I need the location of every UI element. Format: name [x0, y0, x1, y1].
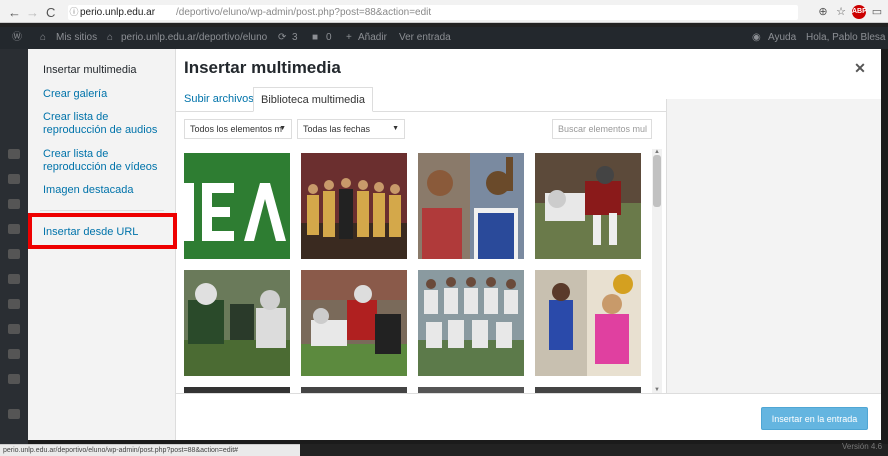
football-line-thumb[interactable]	[184, 270, 290, 376]
menu-icon	[8, 349, 20, 359]
filter-type-select[interactable]: Todos los elementos m ▼	[184, 119, 292, 139]
wp-admin-bar: Ⓦ ⌂ Mis sitios ⌂ perio.unlp.edu.ar/depor…	[0, 27, 888, 49]
reload-icon[interactable]: C	[46, 6, 55, 19]
modal-toolbar: Insertar en la entrada	[176, 393, 881, 440]
football-run-image	[301, 270, 407, 376]
adblock-icon[interactable]: ABP	[852, 5, 867, 19]
wp-admin-sidebar	[0, 49, 28, 444]
menu-icon	[8, 199, 20, 209]
grid-scrollbar[interactable]: ▲ ▼	[652, 149, 662, 393]
chevron-down-icon: ▼	[279, 125, 286, 132]
insert-into-post-button[interactable]: Insertar en la entrada	[761, 407, 868, 430]
account-link[interactable]: Hola, Pablo Blesa	[806, 27, 886, 49]
filter-date-value: Todas las fechas	[303, 124, 371, 134]
menu-icon	[8, 409, 20, 419]
menu-separator	[40, 210, 164, 211]
back-arrow-icon[interactable]: ←	[8, 6, 21, 19]
zoom-icon[interactable]: ⊕	[816, 5, 830, 19]
menu-icon	[8, 174, 20, 184]
red-highlight-box	[28, 213, 177, 249]
url-host: perio.unlp.edu.ar	[80, 7, 156, 18]
menu-icon	[8, 274, 20, 284]
media-modal: Insertar multimedia Crear galería Crear …	[28, 49, 881, 440]
add-new-link[interactable]: Añadir	[358, 27, 387, 49]
filter-date-select[interactable]: Todas las fechas ▼	[297, 119, 405, 139]
site-name-link[interactable]: perio.unlp.edu.ar/deportivo/eluno	[121, 27, 267, 49]
tab-media-library[interactable]: Biblioteca multimedia	[253, 87, 373, 112]
menu-insert-media[interactable]: Insertar multimedia	[43, 64, 171, 77]
soccer-team-thumb[interactable]	[418, 270, 524, 376]
forward-arrow-icon[interactable]: →	[26, 6, 39, 19]
view-post-link[interactable]: Ver entrada	[399, 27, 451, 49]
url-path: /deportivo/eluno/wp-admin/post.php?post=…	[176, 7, 432, 18]
team-photo-image	[301, 153, 407, 259]
football-tackle-image	[535, 153, 641, 259]
menu-featured-image[interactable]: Imagen destacada	[43, 184, 171, 197]
attachment-details-sidebar	[666, 99, 881, 393]
my-sites-icon: ⌂	[40, 32, 47, 43]
athletes-thumb[interactable]	[535, 270, 641, 376]
basketball-thumb[interactable]	[418, 153, 524, 259]
menu-create-gallery[interactable]: Crear galería	[43, 88, 171, 101]
wp-version: Versión 4.6	[842, 442, 883, 451]
football-tackle-thumb[interactable]	[535, 153, 641, 259]
athletes-image	[535, 270, 641, 376]
browser-toolbar: ← → C ⓘ perio.unlp.edu.ar /deportivo/elu…	[0, 0, 888, 23]
menu-icon	[8, 374, 20, 384]
football-run-thumb[interactable]	[301, 270, 407, 376]
menu-icon	[8, 249, 20, 259]
menu-icon	[8, 224, 20, 234]
jea-logo-image	[184, 153, 290, 259]
menu-icon	[8, 299, 20, 309]
close-icon[interactable]: ✕	[852, 60, 868, 76]
menu-icon	[8, 324, 20, 334]
home-icon: ⌂	[107, 32, 114, 43]
soccer-team-image	[418, 270, 524, 376]
help-link[interactable]: Ayuda	[768, 27, 796, 49]
screen: ← → C ⓘ perio.unlp.edu.ar /deportivo/elu…	[0, 0, 888, 456]
info-icon: ⓘ	[69, 7, 79, 17]
modal-title: Insertar multimedia	[184, 58, 341, 77]
chevron-down-icon: ▼	[392, 125, 399, 132]
menu-audio-playlist[interactable]: Crear lista de reproducción de audios	[43, 111, 171, 137]
jea-logo-thumb[interactable]	[184, 153, 290, 259]
attachments-grid	[176, 145, 666, 393]
help-icon: ◉	[752, 32, 761, 43]
tab-upload-files[interactable]: Subir archivos	[177, 87, 261, 112]
plus-icon: +	[346, 32, 352, 43]
scrollbar-thumb[interactable]	[653, 155, 661, 207]
address-bar[interactable]: ⓘ perio.unlp.edu.ar /deportivo/eluno/wp-…	[68, 5, 798, 20]
star-icon[interactable]: ☆	[834, 5, 848, 19]
filter-type-value: Todos los elementos m	[190, 124, 283, 134]
team-photo-thumb[interactable]	[301, 153, 407, 259]
comments-count[interactable]: 0	[326, 27, 332, 49]
my-sites-link[interactable]: Mis sitios	[56, 27, 97, 49]
search-input[interactable]: Buscar elementos mul	[552, 119, 652, 139]
football-line-image	[184, 270, 290, 376]
wordpress-logo-icon[interactable]: Ⓦ	[12, 27, 22, 49]
menu-video-playlist[interactable]: Crear lista de reproducción de vídeos	[43, 148, 171, 174]
basketball-image	[418, 153, 524, 259]
updates-count[interactable]: 3	[292, 27, 298, 49]
menu-icon	[8, 149, 20, 159]
updates-icon: ⟳	[278, 32, 287, 43]
cast-icon[interactable]: ▭	[870, 5, 884, 19]
browser-status-bar: perio.unlp.edu.ar/deportivo/eluno/wp-adm…	[0, 444, 300, 456]
comments-icon: ■	[312, 32, 319, 43]
